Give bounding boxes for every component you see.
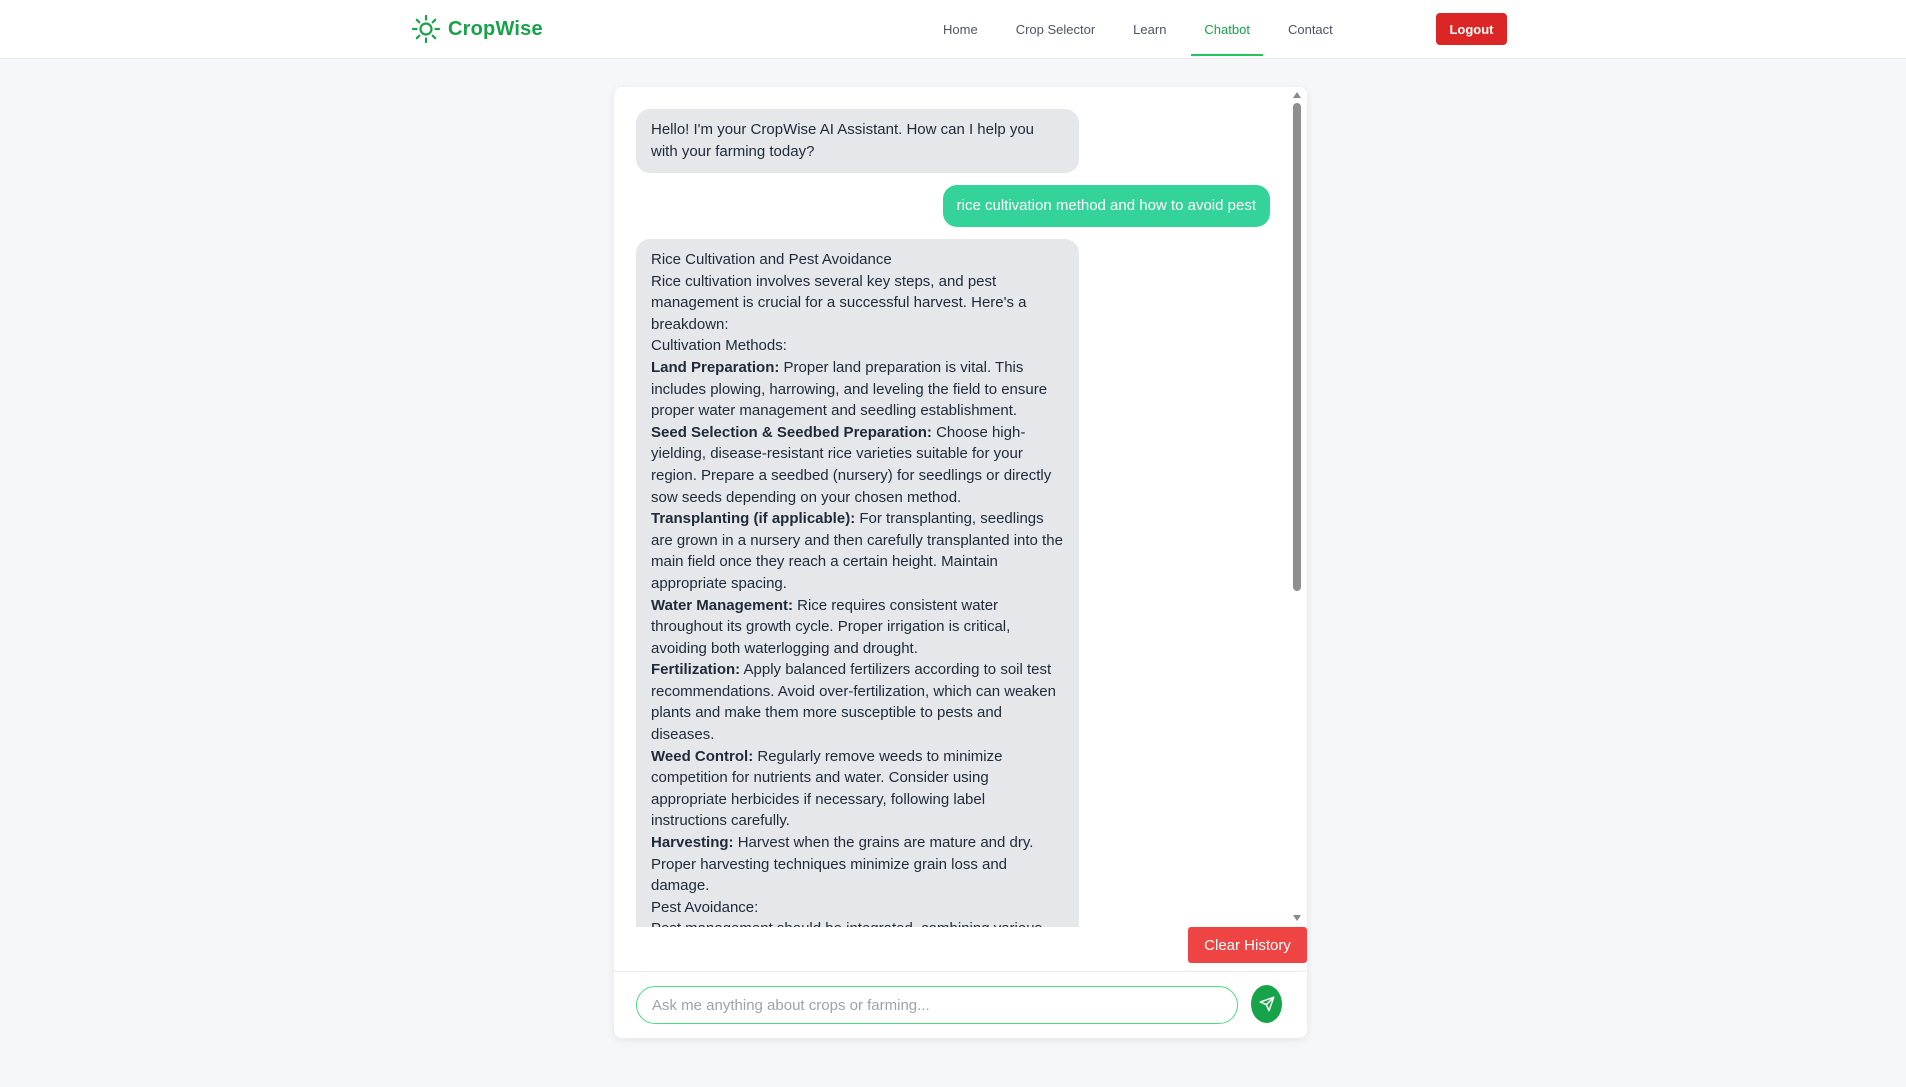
brand-name: CropWise bbox=[448, 17, 543, 40]
method-term: Seed Selection & Seedbed Preparation: bbox=[651, 423, 932, 441]
method-term: Water Management: bbox=[651, 596, 793, 614]
bot-message: Hello! I'm your CropWise AI Assistant. H… bbox=[636, 109, 1079, 173]
chat-panel: Hello! I'm your CropWise AI Assistant. H… bbox=[614, 87, 1307, 1038]
method-item: Land Preparation: Proper land preparatio… bbox=[651, 357, 1064, 422]
nav-learn[interactable]: Learn bbox=[1120, 12, 1179, 46]
chat-input[interactable] bbox=[636, 986, 1238, 1024]
nav-chatbot[interactable]: Chatbot bbox=[1191, 12, 1263, 56]
clear-history-button[interactable]: Clear History bbox=[1188, 927, 1307, 963]
scroll-up-arrow-icon[interactable] bbox=[1293, 92, 1301, 98]
method-term: Weed Control: bbox=[651, 747, 754, 765]
method-term: Land Preparation: bbox=[651, 358, 780, 376]
brand-logo[interactable]: CropWise bbox=[410, 12, 543, 46]
method-item: Water Management: Rice requires consiste… bbox=[651, 595, 1064, 660]
sun-icon bbox=[410, 13, 442, 45]
send-icon bbox=[1259, 996, 1275, 1012]
method-term: Harvesting: bbox=[651, 834, 734, 852]
method-item: Transplanting (if applicable): For trans… bbox=[651, 508, 1064, 594]
navbar: CropWise Home Crop Selector Learn Chatbo… bbox=[0, 0, 1906, 59]
method-term: Transplanting (if applicable): bbox=[651, 510, 856, 528]
methods-heading: Cultivation Methods: bbox=[651, 337, 787, 355]
method-item: Weed Control: Regularly remove weeds to … bbox=[651, 746, 1064, 832]
method-item: Seed Selection & Seedbed Preparation: Ch… bbox=[651, 422, 1064, 508]
message-scrollbar[interactable] bbox=[1291, 87, 1303, 927]
nav-crop-selector[interactable]: Crop Selector bbox=[1003, 12, 1108, 46]
message-list: Hello! I'm your CropWise AI Assistant. H… bbox=[614, 87, 1307, 927]
send-button[interactable] bbox=[1251, 985, 1282, 1023]
user-message: rice cultivation method and how to avoid… bbox=[942, 185, 1270, 227]
divider bbox=[614, 971, 1307, 972]
nav-links: Home Crop Selector Learn Chatbot Contact bbox=[930, 12, 1358, 56]
logout-button[interactable]: Logout bbox=[1436, 13, 1507, 45]
method-item: Fertilization: Apply balanced fertilizer… bbox=[651, 659, 1064, 745]
method-item: Harvesting: Harvest when the grains are … bbox=[651, 832, 1064, 897]
scroll-down-arrow-icon[interactable] bbox=[1293, 915, 1301, 921]
pest-intro: Pest management should be integrated, co… bbox=[651, 918, 1064, 927]
nav-home[interactable]: Home bbox=[930, 12, 991, 46]
nav-contact[interactable]: Contact bbox=[1275, 12, 1346, 46]
method-term: Fertilization: bbox=[651, 661, 741, 679]
answer-title: Rice Cultivation and Pest Avoidance bbox=[651, 251, 892, 268]
scrollbar-thumb[interactable] bbox=[1293, 103, 1301, 591]
bot-message-answer: Rice Cultivation and Pest Avoidance Rice… bbox=[636, 239, 1079, 927]
answer-intro: Rice cultivation involves several key st… bbox=[651, 272, 1027, 333]
pest-heading: Pest Avoidance: bbox=[651, 898, 759, 916]
